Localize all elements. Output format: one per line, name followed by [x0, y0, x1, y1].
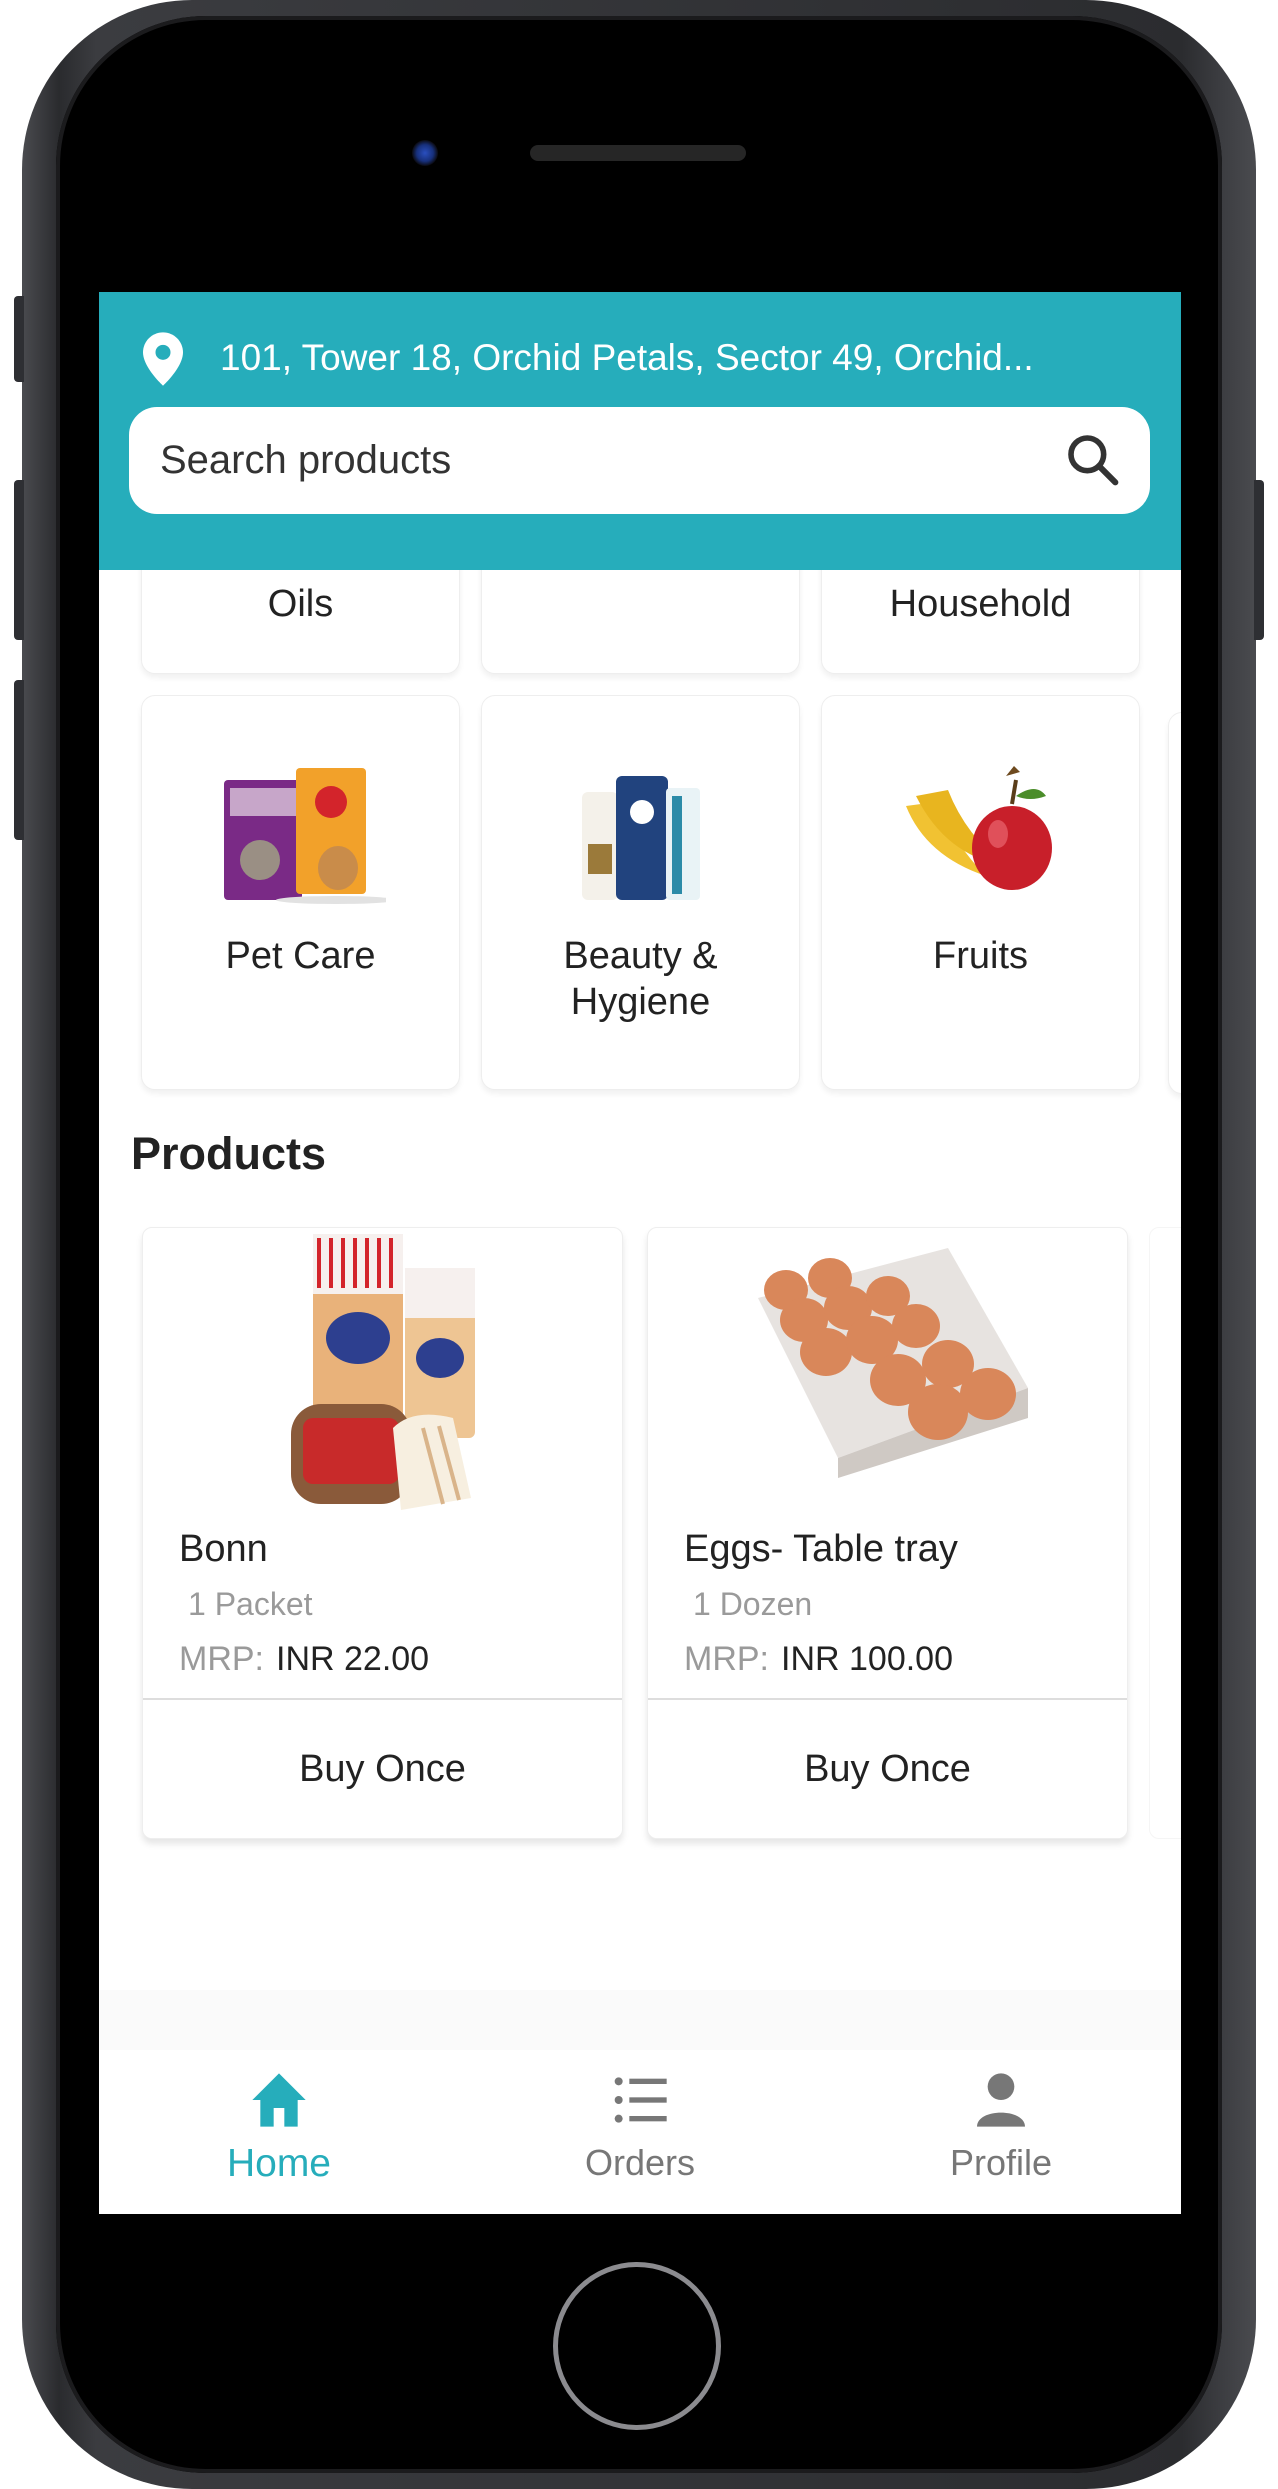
- earpiece-speaker: [530, 145, 746, 161]
- person-icon: [977, 2073, 1025, 2127]
- price-value: INR 22.00: [276, 1640, 430, 1678]
- product-quantity: 1 Packet: [188, 1586, 313, 1622]
- bread-image: [290, 1234, 475, 1510]
- product-card-peek[interactable]: [1149, 1227, 1181, 1839]
- eggs-image: [757, 1248, 1028, 1478]
- app-screen: Oils Household Pet Care Beauty & Hygiene…: [99, 292, 1181, 2214]
- product-card[interactable]: Bonn 1 Packet MRP: INR 22.00 Buy Once: [142, 1227, 623, 1839]
- price-value: INR 100.00: [781, 1640, 953, 1678]
- search-placeholder: Search products: [160, 438, 452, 482]
- category-label: Oils: [267, 583, 334, 625]
- mrp-label: MRP:: [684, 1640, 769, 1678]
- products-heading: Products: [131, 1128, 327, 1179]
- category-label: Fruits: [933, 935, 1028, 977]
- list-icon: [614, 2077, 667, 2123]
- content-fade: [99, 1990, 1181, 2050]
- bottom-navigation: Home Orders Profile: [99, 2050, 1181, 2214]
- category-card-pet-care[interactable]: Pet Care: [141, 695, 460, 1090]
- category-card-fruits[interactable]: Fruits: [821, 695, 1140, 1090]
- product-quantity: 1 Dozen: [693, 1586, 813, 1622]
- product-name: Bonn: [179, 1528, 268, 1570]
- mute-switch: [14, 296, 24, 382]
- pet-food-image: [223, 768, 386, 904]
- nav-home[interactable]: Home: [159, 2050, 399, 2214]
- category-label-line2: Hygiene: [570, 981, 711, 1023]
- category-label: Pet Care: [225, 935, 376, 977]
- mrp-label: MRP:: [179, 1640, 264, 1678]
- category-card-beauty-hygiene[interactable]: Beauty & Hygiene: [481, 695, 800, 1090]
- nav-label: Profile: [949, 2142, 1053, 2183]
- product-name: Eggs- Table tray: [684, 1528, 958, 1570]
- power-button: [1254, 480, 1264, 640]
- toiletries-image: [581, 776, 700, 900]
- app-header: 101, Tower 18, Orchid Petals, Sector 49,…: [99, 292, 1181, 570]
- product-price: MRP: INR 100.00: [684, 1640, 953, 1679]
- delivery-address[interactable]: 101, Tower 18, Orchid Petals, Sector 49,…: [220, 332, 1170, 384]
- fruits-image: [905, 766, 1052, 890]
- category-label: Beauty & Hygiene: [482, 933, 799, 1025]
- product-card[interactable]: Eggs- Table tray 1 Dozen MRP: INR 100.00 …: [647, 1227, 1128, 1839]
- search-icon[interactable]: [1064, 431, 1120, 487]
- nav-label: Orders: [584, 2142, 696, 2183]
- front-camera: [412, 140, 438, 166]
- product-price: MRP: INR 22.00: [179, 1640, 429, 1679]
- volume-down-button: [14, 680, 24, 840]
- category-label-line1: Beauty &: [563, 935, 718, 977]
- category-label: Household: [889, 583, 1072, 625]
- home-icon: [252, 2073, 306, 2127]
- buy-once-button[interactable]: Buy Once: [143, 1698, 622, 1838]
- volume-up-button: [14, 480, 24, 640]
- buy-once-button[interactable]: Buy Once: [648, 1698, 1127, 1838]
- nav-profile[interactable]: Profile: [881, 2050, 1121, 2214]
- search-input[interactable]: Search products: [129, 407, 1150, 514]
- map-pin-icon[interactable]: [143, 332, 183, 386]
- category-card-peek[interactable]: [1168, 712, 1181, 1094]
- home-button[interactable]: [553, 2262, 721, 2430]
- nav-label: Home: [226, 2142, 332, 2185]
- nav-orders[interactable]: Orders: [520, 2050, 760, 2214]
